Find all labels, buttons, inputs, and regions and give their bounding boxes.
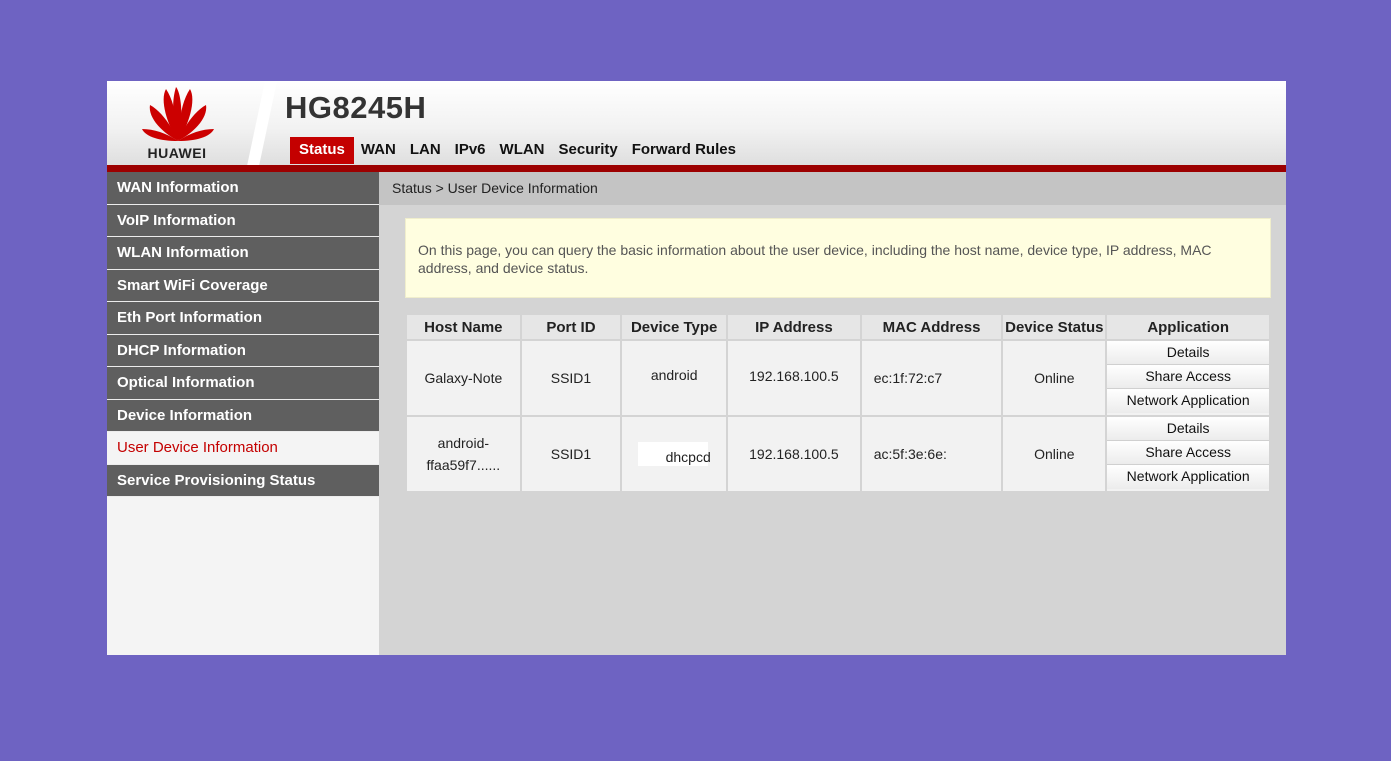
table-header-row: Host Name Port ID Device Type IP Address…	[405, 313, 1271, 341]
device-type-cell: android	[620, 339, 729, 417]
sidebar-item-smart-wifi-coverage[interactable]: Smart WiFi Coverage	[107, 269, 379, 302]
tab-lan[interactable]: LAN	[403, 137, 448, 164]
column-header-application: Application	[1105, 313, 1271, 341]
application-cell: Details Share Access Network Application	[1105, 415, 1271, 493]
main-content: Status > User Device Information On this…	[379, 172, 1286, 655]
sidebar-item-device-information[interactable]: Device Information	[107, 399, 379, 432]
host-name-cell: android- ffaa59f7......	[405, 415, 522, 493]
header-accent-bar	[107, 165, 1286, 172]
port-id-cell: SSID1	[519, 415, 623, 493]
application-cell: Details Share Access Network Application	[1105, 339, 1271, 417]
ip-address-cell: 192.168.100.5	[726, 415, 862, 493]
sidebar-item-wan-information[interactable]: WAN Information	[107, 172, 379, 205]
device-type-value: dhcpcd	[665, 448, 711, 465]
host-name-line: ffaa59f7......	[426, 457, 501, 473]
device-status-cell: Online	[1001, 339, 1108, 417]
sidebar-item-wlan-information[interactable]: WLAN Information	[107, 237, 379, 270]
info-box: On this page, you can query the basic in…	[405, 218, 1271, 298]
column-header-port-id: Port ID	[519, 313, 623, 341]
column-header-host-name: Host Name	[405, 313, 522, 341]
sidebar-item-dhcp-information[interactable]: DHCP Information	[107, 334, 379, 367]
router-admin-window: HUAWEI HG8245H Status WAN LAN IPv6 WLAN …	[107, 81, 1286, 655]
header: HUAWEI HG8245H Status WAN LAN IPv6 WLAN …	[107, 81, 1286, 166]
details-button[interactable]: Details	[1107, 341, 1269, 365]
breadcrumb: Status > User Device Information	[379, 172, 1286, 205]
sidebar-item-optical-information[interactable]: Optical Information	[107, 367, 379, 400]
table-row: Galaxy-Note SSID1 android 192.168.100.5 …	[405, 339, 1271, 417]
tab-security[interactable]: Security	[552, 137, 625, 164]
table-row: android- ffaa59f7...... SSID1 dhcpcd 192…	[405, 415, 1271, 493]
sidebar-item-service-provisioning-status[interactable]: Service Provisioning Status	[107, 464, 379, 497]
sidebar-item-eth-port-information[interactable]: Eth Port Information	[107, 302, 379, 335]
device-status-cell: Online	[1001, 415, 1108, 493]
sidebar-item-user-device-information[interactable]: User Device Information	[107, 432, 379, 465]
host-name-line: android-	[437, 435, 490, 451]
sidebar: WAN Information VoIP Information WLAN In…	[107, 172, 379, 655]
network-application-button[interactable]: Network Application	[1107, 465, 1269, 489]
host-name-cell: Galaxy-Note	[405, 339, 522, 417]
huawei-petal-icon	[142, 87, 214, 141]
column-header-ip-address: IP Address	[726, 313, 862, 341]
column-header-device-type: Device Type	[620, 313, 729, 341]
mac-address-cell: ec:1f:72:c7	[859, 339, 1004, 417]
port-id-cell: SSID1	[519, 339, 623, 417]
tab-status[interactable]: Status	[290, 137, 354, 164]
column-header-device-status: Device Status	[1001, 313, 1108, 341]
column-header-mac-address: MAC Address	[859, 313, 1004, 341]
huawei-logo: HUAWEI	[107, 81, 267, 165]
share-access-button[interactable]: Share Access	[1107, 365, 1269, 389]
details-button[interactable]: Details	[1107, 417, 1269, 441]
user-device-table: Host Name Port ID Device Type IP Address…	[405, 313, 1271, 493]
tab-ipv6[interactable]: IPv6	[448, 137, 493, 164]
network-application-button[interactable]: Network Application	[1107, 389, 1269, 413]
logo-text: HUAWEI	[147, 145, 207, 161]
tab-wlan[interactable]: WLAN	[493, 137, 552, 164]
mac-address-cell: ac:5f:3e:6e:	[859, 415, 1004, 493]
sidebar-item-voip-information[interactable]: VoIP Information	[107, 204, 379, 237]
tab-wan[interactable]: WAN	[354, 137, 403, 164]
share-access-button[interactable]: Share Access	[1107, 441, 1269, 465]
header-divider	[247, 81, 277, 166]
top-nav: Status WAN LAN IPv6 WLAN Security Forwar…	[290, 137, 743, 164]
model-title: HG8245H	[285, 90, 427, 125]
ip-address-cell: 192.168.100.5	[726, 339, 862, 417]
tab-forward-rules[interactable]: Forward Rules	[625, 137, 743, 164]
device-type-cell: dhcpcd	[620, 415, 729, 493]
